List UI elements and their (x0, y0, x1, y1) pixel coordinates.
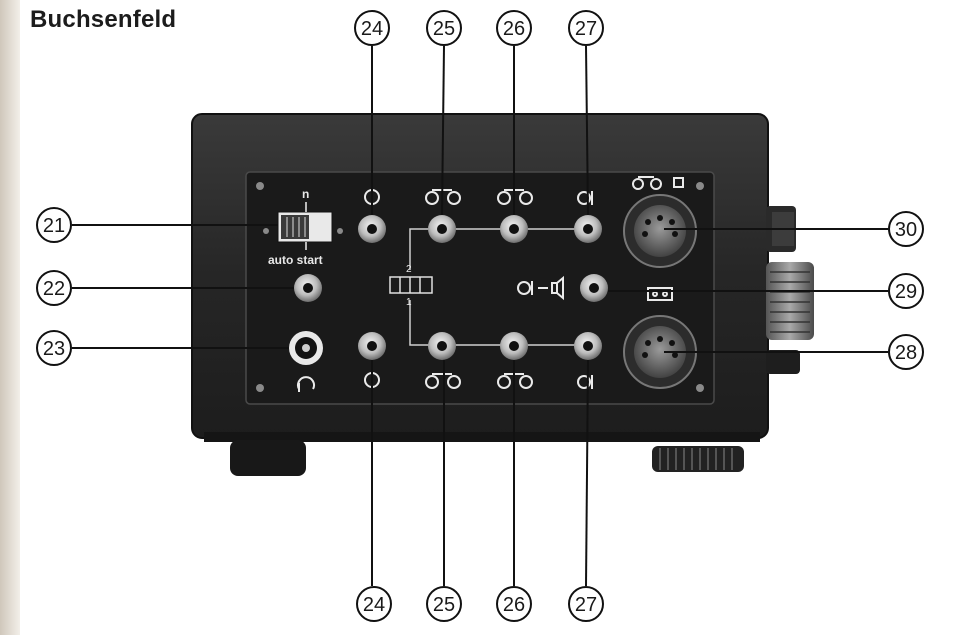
svg-text:26: 26 (503, 18, 525, 40)
jack-reel-b-bottom (500, 332, 528, 360)
bus-label-upper: 2 (406, 264, 412, 275)
svg-text:28: 28 (895, 342, 917, 364)
jack-speaker-output (580, 274, 608, 302)
svg-text:25: 25 (433, 18, 455, 40)
callout-top-25: 25 (426, 10, 462, 46)
callout-bottom-24: 24 (356, 586, 392, 622)
side-knob-lower (766, 350, 800, 374)
svg-text:21: 21 (43, 215, 65, 237)
jack-playback-bottom (574, 332, 602, 360)
svg-text:29: 29 (895, 281, 917, 303)
jack-reel-a-top (428, 215, 456, 243)
callout-left-22: 22 (36, 270, 72, 306)
switch-upper-mark: n (302, 187, 309, 201)
svg-text:22: 22 (43, 278, 65, 300)
callout-bottom-26: 26 (496, 586, 532, 622)
callout-left-21: 21 (36, 207, 72, 243)
svg-text:25: 25 (433, 594, 455, 616)
callout-bottom-25: 25 (426, 586, 462, 622)
socket-panel-figure: 2 1 n auto start 24 25 26 27 24 25 26 27… (36, 10, 924, 622)
callout-right-28: 28 (888, 334, 924, 370)
din-socket-upper (623, 194, 697, 268)
jack-record-input-bottom (358, 332, 386, 360)
svg-text:24: 24 (363, 594, 385, 616)
jack-playback-top (574, 215, 602, 243)
callout-right-30: 30 (888, 211, 924, 247)
switch-lower-label: auto start (268, 253, 323, 267)
bus-label-lower: 1 (406, 297, 412, 308)
svg-text:24: 24 (361, 18, 383, 40)
side-knob-large (766, 262, 814, 340)
jack-record-input-top (358, 215, 386, 243)
callout-top-26: 26 (496, 10, 532, 46)
callout-top-24: 24 (354, 10, 390, 46)
left-foot (230, 440, 306, 476)
callout-bottom-27: 27 (568, 586, 604, 622)
svg-text:23: 23 (43, 338, 65, 360)
right-foot-knurled (652, 446, 744, 472)
callout-right-29: 29 (888, 273, 924, 309)
jack-headphone (289, 331, 323, 365)
svg-text:27: 27 (575, 594, 597, 616)
svg-text:26: 26 (503, 594, 525, 616)
svg-text:30: 30 (895, 219, 917, 241)
jack-auto-start (294, 274, 322, 302)
svg-text:27: 27 (575, 18, 597, 40)
callout-left-23: 23 (36, 330, 72, 366)
jack-reel-b-top (500, 215, 528, 243)
jack-reel-a-bottom (428, 332, 456, 360)
callout-top-27: 27 (568, 10, 604, 46)
